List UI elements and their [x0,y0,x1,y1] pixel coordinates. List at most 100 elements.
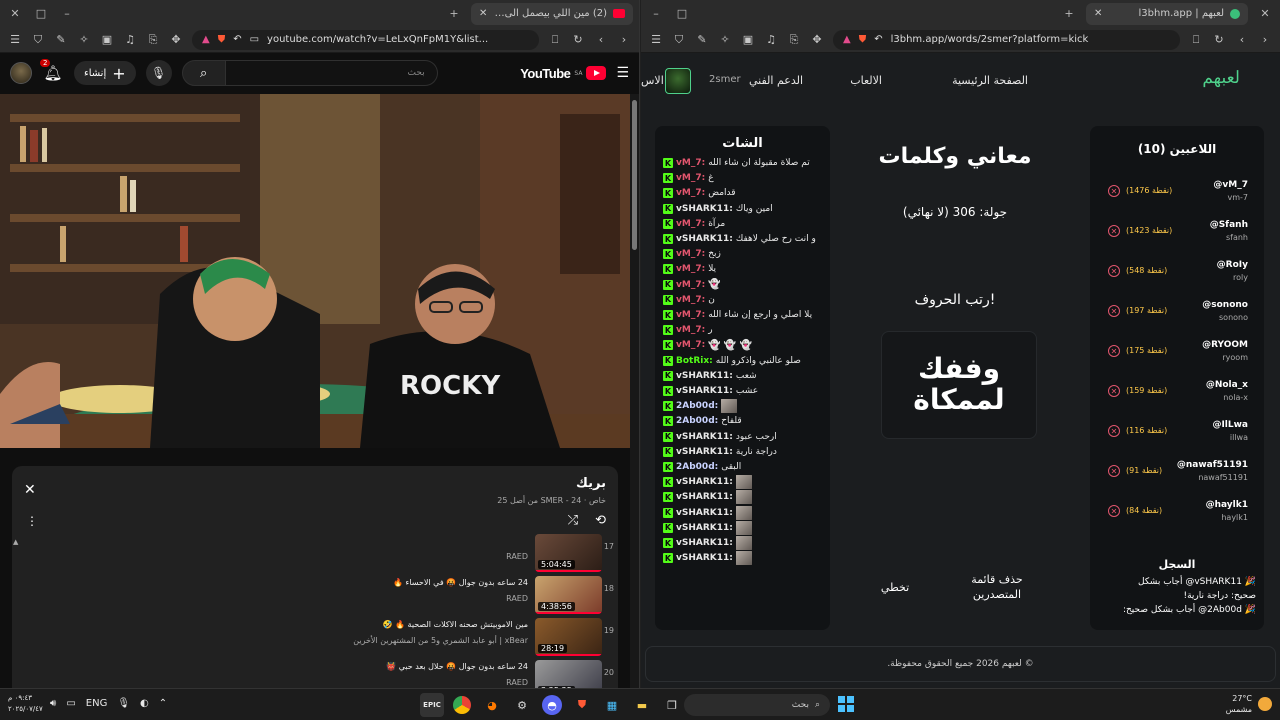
chat-username[interactable]: vM_7: [676,249,705,259]
remove-player-close-icon[interactable]: ✕ [1108,505,1120,517]
loop-icon[interactable]: ⟲ [595,513,606,528]
new-tab-button[interactable]: + [445,7,463,20]
search-input[interactable]: بحث [225,60,438,86]
file-explorer-icon[interactable]: ▬ [630,693,654,717]
chat-username[interactable]: vM_7: [676,295,705,305]
screenshot-icon[interactable]: ⎘ [787,33,801,47]
music-icon[interactable]: ♫ [123,33,137,47]
extension-icon[interactable]: ✎ [695,33,709,47]
chat-username[interactable]: vSHARK11: [676,523,733,533]
firefox-icon[interactable]: ◕ [480,693,504,717]
chat-username[interactable]: 2Ab00d: [676,462,718,472]
playlist-item[interactable]: 203:25:25 24 ساعه بدون جوال 🤬 حلال بعد حب… [12,658,618,688]
shield-icon[interactable]: ⛉ [31,33,45,47]
window-minimize-button[interactable]: – [58,7,76,20]
language-indicator[interactable]: ENG [86,698,108,709]
video-thumbnail[interactable]: 3:25:25 [535,660,602,688]
chat-username[interactable]: vM_7: [676,158,705,168]
user-name[interactable]: 2smer [709,74,741,85]
chat-username[interactable]: vM_7: [676,310,705,320]
bookmark-icon[interactable]: ✧ [718,33,732,47]
window-close-button[interactable]: ✕ [1256,7,1274,20]
reader-icon[interactable]: ▣ [741,33,755,47]
back-icon[interactable]: ‹ [594,33,608,47]
reload-icon[interactable]: ↻ [571,33,585,47]
shield-icon[interactable]: ⛉ [672,33,686,47]
playlist-item[interactable]: 19 28:19 مين الاموبيتش صحنه الاكلات الصحية… [12,616,618,658]
channel-name[interactable]: RAED [506,552,528,561]
chat-username[interactable]: vM_7: [676,264,705,274]
chat-username[interactable]: vSHARK11: [676,538,733,548]
video-title[interactable]: 24 ساعه بدون جوال 🤬 في الاحساء 🔥 [393,578,528,587]
puzzle-icon[interactable]: ✥ [810,33,824,47]
puzzle-icon[interactable]: ✥ [169,33,183,47]
chat-username[interactable]: vSHARK11: [676,477,733,487]
task-view-icon[interactable]: ❐ [660,693,684,717]
tab-close-button[interactable]: ✕ [1094,8,1102,19]
playlist-item[interactable]: 18 4:38:56 24 ساعه بدون جوال 🤬 في الاحساء … [12,574,618,616]
guide-menu-icon[interactable]: ☰ [616,65,629,81]
tab-close-button[interactable]: ✕ [479,8,487,19]
youtube-logo[interactable]: YouTube SA [520,66,607,81]
address-bar[interactable]: ▲ ⛊ ↶ l3bhm.app/words/2smer?platform=kic… [833,29,1180,50]
channel-name[interactable]: RAED [506,678,528,687]
nav-games-link[interactable]: الالعاب [850,74,882,87]
channel-name[interactable]: xBear | أبو عابد الشمري و5 من المشتهرين … [353,636,528,645]
chat-username[interactable]: vSHARK11: [676,234,733,244]
clock[interactable]: ٠٩:٤٣ م ٢٠٢٥/٠٧/٤٧ [8,693,43,715]
steam-icon[interactable]: ⚙ [510,693,534,717]
screenshot-icon[interactable]: ⎘ [146,33,160,47]
reload-icon[interactable]: ↻ [1212,33,1226,47]
extension-icon[interactable]: ✎ [54,33,68,47]
avatar[interactable] [665,68,691,94]
chat-username[interactable]: vM_7: [676,340,705,350]
music-icon[interactable]: ♫ [764,33,778,47]
brave-shield-icon[interactable]: ⛊ [218,34,226,45]
chat-username[interactable]: BotRix: [676,356,713,366]
address-bar[interactable]: ▲ ⛊ ↶ ▭ youtube.com/watch?v=LeLxQnFpM1Y&… [192,29,539,50]
nav-support-link[interactable]: الدعم الفني [749,74,803,87]
vpn-icon[interactable]: ▲ [843,34,851,45]
playlist-item[interactable]: 17 5:04:45 RAED [12,532,618,574]
network-icon[interactable]: ▭ [66,698,75,709]
page-scrollbar[interactable] [630,94,639,688]
video-title[interactable]: مين الاموبيتش صحنه الاكلات الصحية 🔥 🤣 [383,620,528,629]
site-logo[interactable]: لعبهم [1202,68,1240,88]
chat-username[interactable]: vSHARK11: [676,204,733,214]
chat-username[interactable]: 2Ab00d: [676,416,718,426]
nav-home-link[interactable]: الصفحة الرئيسية [952,74,1028,87]
playlist-title[interactable]: بريك [576,476,606,491]
chat-username[interactable]: vSHARK11: [676,386,733,396]
remove-player-close-icon[interactable]: ✕ [1108,385,1120,397]
window-minimize-button[interactable]: – [647,7,665,20]
remove-player-close-icon[interactable]: ✕ [1108,225,1120,237]
volume-icon[interactable]: 🔊︎ [50,698,56,709]
remove-player-close-icon[interactable]: ✕ [1108,425,1120,437]
bookmark-icon[interactable]: ✧ [77,33,91,47]
start-windows-icon[interactable] [838,696,854,712]
back-history-icon[interactable]: ↶ [874,34,882,45]
chat-username[interactable]: vSHARK11: [676,432,733,442]
bookmark-page-icon[interactable]: ⎕ [548,33,562,47]
remove-player-close-icon[interactable]: ✕ [1108,305,1120,317]
more-options-icon[interactable]: ⋮ [26,514,38,528]
remove-player-close-icon[interactable]: ✕ [1108,265,1120,277]
playlist-close-icon[interactable]: ✕ [24,482,36,498]
video-thumbnail[interactable]: 4:38:56 [535,576,602,614]
video-title[interactable]: 24 ساعه بدون جوال 🤬 حلال بعد حبي 👹 [386,662,528,671]
store-icon[interactable]: ▦ [600,693,624,717]
nav-cut-link[interactable]: الاس [641,74,664,87]
chat-username[interactable]: vSHARK11: [676,371,733,381]
chat-username[interactable]: vSHARK11: [676,508,733,518]
show-hidden-icons-chevron-up-icon[interactable]: ⌃ [159,698,167,709]
chat-username[interactable]: vSHARK11: [676,492,733,502]
video-thumbnail[interactable]: 5:04:45 [535,534,602,572]
epic-games-icon[interactable]: EPIC [420,693,444,717]
l3bhm-tab[interactable]: ✕ لعبهم | l3bhm.app [1086,2,1248,25]
chat-username[interactable]: 2Ab00d: [676,401,718,411]
sidebar-menu-icon[interactable]: ☰ [8,33,22,47]
voice-search-icon[interactable]: 🎙︎ [145,60,172,86]
chat-username[interactable]: vM_7: [676,219,705,229]
youtube-tab[interactable]: ✕ (2) مين اللي بيصمل الى الاخر؟ [471,2,633,25]
sidebar-menu-icon[interactable]: ☰ [649,33,663,47]
